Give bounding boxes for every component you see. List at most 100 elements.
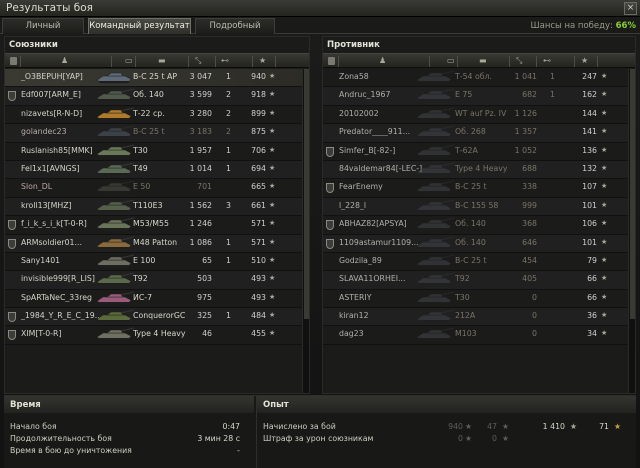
- squad-header-icon[interactable]: [10, 57, 17, 65]
- damage-value: 1 562: [189, 200, 212, 210]
- xp-value: 493: [251, 274, 266, 284]
- tank-icon: [95, 162, 135, 177]
- damage-value: 325: [197, 311, 212, 321]
- player-row[interactable]: Godzila_89 В-С 25 t 454 79 ★: [323, 253, 635, 272]
- player-row[interactable]: Edf007[ARM_E] Об. 140 3 599 2 918 ★: [5, 87, 309, 106]
- damage-value: 701: [197, 182, 212, 192]
- tank-name: E 100: [133, 255, 156, 265]
- tank-name-header-icon[interactable]: ▬: [158, 56, 166, 66]
- damage-value: 1 014: [189, 163, 212, 173]
- player-row[interactable]: Andruc_1967 E 75 682 1 162 ★: [323, 87, 635, 106]
- player-row[interactable]: ARMsoldier01... M48 Patton 1 086 1 571 ★: [5, 234, 309, 253]
- player-row[interactable]: kiran12 212A 0 36 ★: [323, 308, 635, 327]
- damage-header-icon[interactable]: ⤡: [195, 56, 201, 66]
- scroll-thumb[interactable]: [304, 69, 309, 319]
- tank-name-header-icon[interactable]: ▬: [479, 56, 487, 66]
- player-row[interactable]: dag23 M103 0 34 ★: [323, 326, 635, 345]
- tank-icon: [95, 254, 135, 269]
- earned-xp-total: 1 410: [542, 422, 565, 431]
- damage-value: 3 280: [189, 108, 212, 118]
- tank-name: T110E3: [133, 200, 163, 210]
- damage-value: 1 357: [514, 127, 537, 137]
- player-header-icon[interactable]: ♟: [61, 56, 68, 66]
- player-row[interactable]: Ruslanish85[MMK] T30 1 957 1 706 ★: [5, 143, 309, 161]
- player-row[interactable]: _1984_Y_R_E_C_19... ConquerorGC 325 1 484 ★: [5, 308, 309, 327]
- xp-value: 66: [587, 292, 597, 302]
- damage-value: 0: [532, 329, 537, 339]
- player-row[interactable]: _O3BEPUH[YAP] В-С 25 t AP 3 047 1 940 ★: [5, 69, 309, 88]
- player-row[interactable]: ABHAZ82[APSYA] Об. 140 368 106 ★: [323, 216, 635, 235]
- scroll-thumb[interactable]: [630, 69, 635, 319]
- player-row[interactable]: Sany1401 E 100 65 1 510 ★: [5, 253, 309, 272]
- allies-title: Союзники: [9, 40, 58, 50]
- player-header-icon[interactable]: ♟: [379, 56, 386, 66]
- player-row[interactable]: f_i_k_s_i_k[T-0-R] M53/M55 1 246 571 ★: [5, 216, 309, 235]
- xp-star-icon: ★: [269, 127, 276, 136]
- player-row[interactable]: kroll13[MHZ] T110E3 1 562 3 661 ★: [5, 197, 309, 217]
- player-row[interactable]: ASTERIY T30 0 66 ★: [323, 290, 635, 309]
- penalty-base-star: 0: [492, 434, 497, 443]
- squad-header-icon[interactable]: [328, 57, 335, 65]
- kills-value: 1: [550, 90, 555, 100]
- damage-value: 3 047: [189, 72, 212, 81]
- clan-badge-icon: [326, 146, 334, 157]
- player-row[interactable]: 20102002 WT auf Pz. IV 1 126 144 ★: [323, 106, 635, 125]
- clan-badge-icon: [326, 183, 334, 194]
- player-row[interactable]: Predator____911... Об. 268 1 357 141 ★: [323, 124, 635, 143]
- header-divider: [215, 56, 216, 67]
- xp-value: 162: [582, 90, 597, 100]
- xp-value: 875: [251, 127, 266, 137]
- xp-star-icon: ★: [601, 219, 608, 228]
- star-icon: ★: [614, 422, 621, 431]
- allies-list: _O3BEPUH[YAP] В-С 25 t AP 3 047 1 940 ★ Edf007…: [5, 69, 309, 345]
- tank-icon: [415, 162, 455, 177]
- tank-icon: [415, 217, 455, 232]
- player-row[interactable]: golandec23 В-С 25 t3 183 2 875 ★: [5, 124, 309, 143]
- player-row[interactable]: invisible999[R_LIS] T92 503 493 ★: [5, 271, 309, 290]
- kills-header-icon[interactable]: ⊷: [543, 56, 551, 66]
- tab-team-result[interactable]: Командный результат: [88, 18, 191, 34]
- tab-detailed-report[interactable]: Подробный отчёт: [195, 18, 275, 46]
- player-row[interactable]: 1109astamur1109... Об. 140 646 101 ★: [323, 234, 635, 253]
- player-row[interactable]: 84valdemar84[-LEC-] Type 4 Heavy 688 132 ★: [323, 160, 635, 180]
- damage-value: 1 246: [189, 219, 212, 229]
- clan-badge-icon: [8, 238, 16, 249]
- player-row[interactable]: Simfer_B[-82-] Т-62А 1 052 136 ★: [323, 143, 635, 161]
- close-button[interactable]: ×: [624, 2, 637, 15]
- player-row[interactable]: FearEnemy В-С 25 t 338 107 ★: [323, 179, 635, 198]
- xp-value: 107: [582, 182, 597, 192]
- xp-header-icon[interactable]: ★: [581, 56, 588, 66]
- player-row[interactable]: Slon_DL E 50 701 665 ★: [5, 179, 309, 198]
- tank-header-icon[interactable]: ▭: [125, 56, 133, 66]
- tank-header-icon[interactable]: ▭: [447, 56, 455, 66]
- header-divider: [509, 56, 510, 67]
- allies-scrollbar[interactable]: [302, 69, 309, 393]
- kills-header-icon[interactable]: ⊷: [221, 56, 229, 66]
- player-row[interactable]: Fel1x1[AVNGS] T49 1 014 1 694 ★: [5, 160, 309, 180]
- enemies-list: Zona58 Т-54 обл. 1 041 1 247 ★ Andruc_1967 E 75…: [323, 69, 635, 345]
- tab-personal-result[interactable]: Личный результат: [2, 18, 84, 46]
- damage-value: 1 052: [514, 145, 537, 155]
- tank-name: Об. 268: [455, 127, 486, 137]
- clan-badge-icon: [326, 220, 334, 231]
- win-chance-value: 66%: [615, 21, 636, 31]
- damage-header-icon[interactable]: ⤡: [516, 56, 522, 66]
- tank-name: T92: [133, 274, 148, 284]
- player-row[interactable]: XIM[T-0-R] Type 4 Heavy 46 455 ★: [5, 326, 309, 345]
- tank-name: В-С 155 58: [455, 200, 499, 210]
- xp-header-icon[interactable]: ★: [259, 56, 266, 66]
- player-row[interactable]: nizavets[R-N-D] Т-22 ср. 3 280 2 899 ★: [5, 106, 309, 125]
- damage-value: 3 599: [189, 90, 212, 100]
- player-row[interactable]: Zona58 Т-54 обл. 1 041 1 247 ★: [323, 69, 635, 88]
- xp-star-icon: ★: [269, 329, 276, 338]
- player-row[interactable]: SpARTaNeC_33reg ИС-7 975 493 ★: [5, 290, 309, 309]
- header-divider: [597, 56, 598, 67]
- player-row[interactable]: SLAVA11ORHEI... T92 405 66 ★: [323, 271, 635, 290]
- battle-start-label: Начало боя: [10, 422, 57, 431]
- tank-name: 212A: [455, 311, 476, 321]
- xp-icon: ★: [465, 422, 472, 431]
- player-row[interactable]: l_228_l В-С 155 58 999 101 ★: [323, 197, 635, 217]
- battle-duration-value: 3 мин 28 с: [197, 434, 240, 443]
- enemies-scrollbar[interactable]: [628, 69, 635, 393]
- xp-icon: ★: [465, 434, 472, 443]
